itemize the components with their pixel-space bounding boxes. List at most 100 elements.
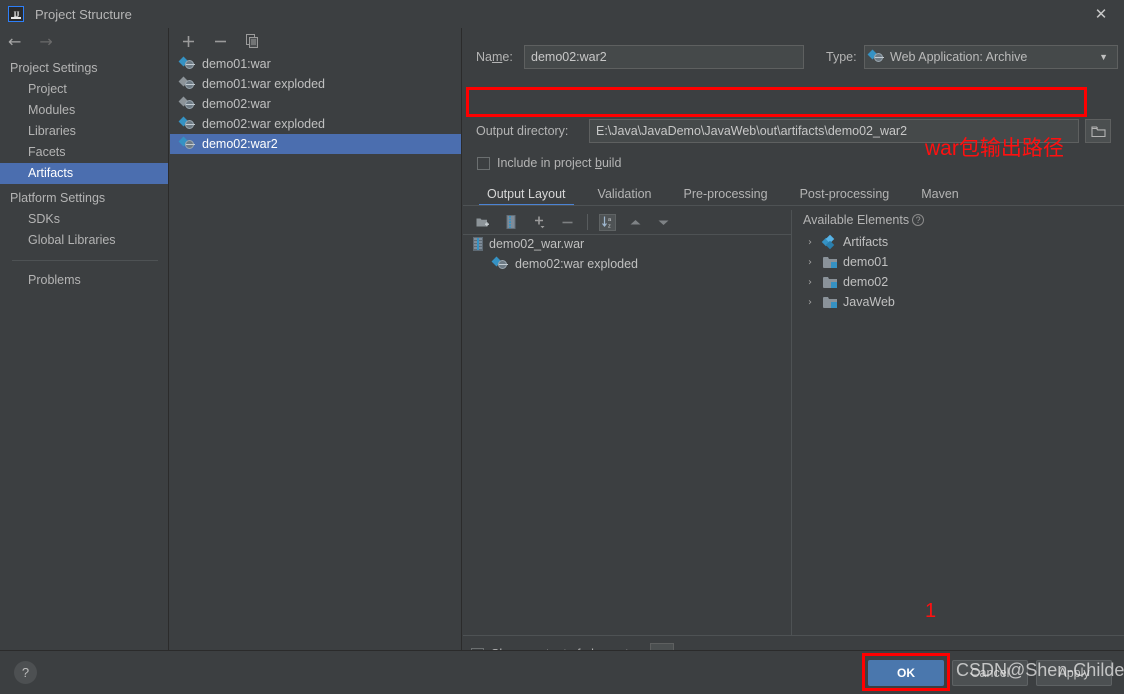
forward-arrow-icon[interactable]: →: [39, 32, 52, 51]
tab-pre-processing[interactable]: Pre-processing: [668, 187, 784, 206]
tab-validation[interactable]: Validation: [582, 187, 668, 206]
project-structure-dialog: IJ Project Structure ✕ ← → Project Setti…: [0, 0, 1124, 694]
available-tree-node-artifacts[interactable]: › Artifacts: [803, 232, 1113, 252]
add-copy-of-button[interactable]: [531, 214, 548, 231]
remove-element-button[interactable]: [559, 214, 576, 231]
include-in-project-build-label: Include in project build: [497, 156, 622, 170]
artifact-icon: [178, 56, 196, 71]
output-layout-toolbar: a z: [471, 210, 789, 234]
remove-artifact-button[interactable]: [212, 33, 228, 49]
add-artifact-button[interactable]: [180, 33, 196, 49]
module-icon: [823, 296, 837, 308]
artifact-label: demo02:war: [202, 97, 271, 111]
tab-maven[interactable]: Maven: [905, 187, 975, 206]
artifact-icon: [867, 49, 885, 64]
title-bar: IJ Project Structure ✕: [0, 0, 1124, 28]
sidebar-item-facets[interactable]: Facets: [0, 142, 168, 163]
artifact-icon: [178, 96, 196, 111]
sidebar-item-global-libraries[interactable]: Global Libraries: [0, 230, 168, 251]
name-label: Name:: [476, 50, 513, 64]
available-tree-node-demo02[interactable]: › demo02: [803, 272, 1113, 292]
output-directory-input[interactable]: [589, 119, 1079, 143]
navigation-arrows: ← →: [0, 28, 168, 54]
apply-button[interactable]: Apply: [1036, 660, 1112, 686]
toolbar-divider: [587, 214, 588, 230]
tab-post-processing[interactable]: Post-processing: [784, 187, 906, 206]
available-elements-label: Available Elements: [803, 213, 910, 227]
output-layout-vertical-divider: [791, 210, 792, 635]
artifact-label: demo02:war exploded: [202, 117, 325, 131]
module-icon: [823, 276, 837, 288]
available-tree-node-demo01[interactable]: › demo01: [803, 252, 1113, 272]
chevron-right-icon[interactable]: ›: [803, 237, 817, 248]
artifacts-group-icon: [821, 234, 837, 250]
sidebar-item-modules[interactable]: Modules: [0, 100, 168, 121]
module-icon: [823, 256, 837, 268]
sidebar-group-project-settings: Project Settings: [10, 61, 98, 75]
sidebar-divider: [12, 260, 158, 261]
output-layout-tree: demo02_war.war demo02:war exploded: [471, 234, 781, 274]
tabs-divider: [463, 205, 1124, 206]
detail-tabs: Output Layout Validation Pre-processing …: [471, 183, 1116, 206]
help-icon[interactable]: ?: [912, 214, 925, 226]
artifact-type-value: Web Application: Archive: [890, 50, 1028, 64]
create-archive-button[interactable]: [503, 214, 520, 231]
available-tree-node-javaweb[interactable]: › JavaWeb: [803, 292, 1113, 312]
output-directory-label: Output directory:: [476, 124, 569, 138]
artifact-label: demo02:war2: [202, 137, 278, 151]
artifact-list-item[interactable]: demo02:war exploded: [170, 114, 461, 134]
sidebar-item-project[interactable]: Project: [0, 79, 168, 100]
artifact-detail-panel: Type: Name: Web Application: Archive ▼ O…: [463, 28, 1124, 663]
artifacts-list-panel: demo01:war demo01:war exploded demo02:wa…: [170, 28, 462, 650]
ok-button[interactable]: OK: [868, 660, 944, 686]
create-directory-button[interactable]: [475, 214, 492, 231]
type-label: Type:: [826, 50, 857, 64]
artifact-label: demo01:war exploded: [202, 77, 325, 91]
sidebar-item-libraries[interactable]: Libraries: [0, 121, 168, 142]
dialog-button-bar: ? OK Cancel Apply: [0, 650, 1124, 694]
sidebar-item-problems[interactable]: Problems: [0, 270, 168, 291]
output-tree-label: demo02_war.war: [489, 237, 585, 251]
include-in-project-build-checkbox[interactable]: Include in project build: [477, 156, 621, 170]
sidebar-group-platform-settings: Platform Settings: [10, 191, 106, 205]
chevron-right-icon[interactable]: ›: [803, 277, 817, 288]
chevron-right-icon[interactable]: ›: [803, 257, 817, 268]
output-tree-node-exploded[interactable]: demo02:war exploded: [471, 254, 781, 274]
artifact-list-item-selected[interactable]: demo02:war2: [170, 134, 461, 154]
available-elements-tree: › Artifacts › demo01 › demo02 › JavaWeb: [803, 232, 1113, 312]
chevron-right-icon[interactable]: ›: [803, 297, 817, 308]
sidebar-item-artifacts[interactable]: Artifacts: [0, 163, 168, 184]
output-tree-node-war[interactable]: demo02_war.war: [471, 234, 781, 254]
cancel-button[interactable]: Cancel: [952, 660, 1028, 686]
sort-alphabetically-button[interactable]: a z: [599, 213, 616, 231]
artifact-type-combobox[interactable]: Web Application: Archive ▼: [864, 45, 1118, 69]
artifacts-toolbar: [170, 28, 461, 54]
chevron-down-icon: ▼: [1099, 52, 1108, 62]
artifact-list-item[interactable]: demo01:war: [170, 54, 461, 74]
browse-folder-button[interactable]: [1085, 119, 1111, 143]
jar-icon: [473, 237, 483, 251]
available-elements-header: Available Elements ?: [803, 213, 925, 227]
sidebar-item-sdks[interactable]: SDKs: [0, 209, 168, 230]
artifact-name-input[interactable]: [524, 45, 804, 69]
artifact-list-item[interactable]: demo02:war: [170, 94, 461, 114]
svg-text:z: z: [608, 223, 611, 229]
move-up-button[interactable]: [627, 214, 644, 231]
available-tree-label: demo01: [843, 255, 889, 269]
artifact-list-item[interactable]: demo01:war exploded: [170, 74, 461, 94]
help-button[interactable]: ?: [14, 661, 37, 684]
copy-artifact-button[interactable]: [244, 33, 260, 49]
checkbox-icon: [477, 156, 490, 170]
artifact-icon: [178, 136, 196, 151]
available-tree-label: JavaWeb: [843, 295, 895, 309]
back-arrow-icon[interactable]: ←: [8, 32, 21, 51]
svg-text:a: a: [608, 217, 612, 223]
close-icon[interactable]: ✕: [1078, 0, 1124, 28]
artifact-icon: [178, 76, 196, 91]
artifact-label: demo01:war: [202, 57, 271, 71]
detail-bottom-divider: [463, 635, 1124, 636]
available-tree-label: demo02: [843, 275, 889, 289]
tab-output-layout[interactable]: Output Layout: [471, 187, 582, 206]
move-down-button[interactable]: [655, 214, 672, 231]
artifact-icon: [178, 116, 196, 131]
